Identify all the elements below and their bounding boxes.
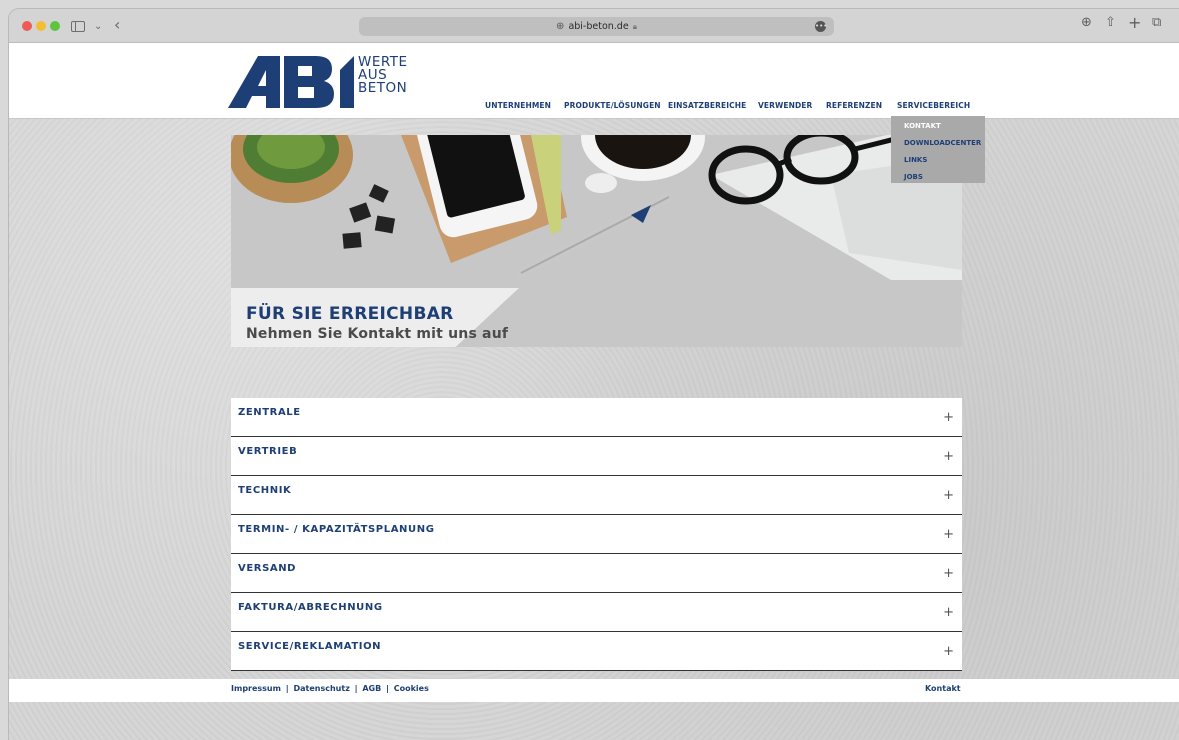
- nav-item-verwender[interactable]: VERWENDER: [758, 101, 812, 110]
- accordion-label: SERVICE/REKLAMATION: [238, 641, 382, 652]
- logo-line-3: BETON: [358, 80, 408, 96]
- accordion-label: FAKTURA/ABRECHNUNG: [238, 602, 383, 613]
- plus-icon[interactable]: +: [943, 606, 954, 619]
- hero-title: FÜR SIE ERREICHBAR: [246, 304, 454, 324]
- accordion-label: VERSAND: [238, 563, 297, 574]
- footer-link-kontakt[interactable]: Kontakt: [925, 684, 961, 693]
- menu-icon[interactable]: •••: [815, 21, 827, 32]
- footer-separator: |: [386, 684, 389, 693]
- dropdown-item-kontakt[interactable]: KONTAKT: [891, 121, 985, 138]
- nav-item-produkte[interactable]: PRODUKTE/LÖSUNGEN: [564, 101, 661, 110]
- hero-subtitle: Nehmen Sie Kontakt mit uns auf: [246, 326, 509, 342]
- url-text: abi-beton.de: [568, 21, 629, 32]
- accordion-item-service[interactable]: SERVICE/REKLAMATION +: [231, 632, 962, 671]
- contact-accordion: ZENTRALE + VERTRIEB + TECHNIK + TERMIN- …: [231, 398, 962, 671]
- servicebereich-dropdown: KONTAKT DOWNLOADCENTER LINKS JOBS: [891, 116, 985, 183]
- plus-icon[interactable]: +: [1128, 13, 1141, 32]
- browser-window: ⌄ ‹ ⊕ abi-beton.de 🔒︎ ••• ⊕ ⇧ + ⧉ WERTE …: [9, 9, 1179, 740]
- nav-item-referenzen[interactable]: REFERENZEN: [826, 101, 882, 110]
- accordion-label: VERTRIEB: [238, 446, 298, 457]
- plus-icon[interactable]: +: [943, 567, 954, 580]
- accordion-item-terminplanung[interactable]: TERMIN- / KAPAZITÄTSPLANUNG +: [231, 515, 962, 554]
- logo-tagline: WERTE AUS BETON: [358, 55, 408, 96]
- accordion-label: TECHNIK: [238, 485, 292, 496]
- nav-item-unternehmen[interactable]: UNTERNEHMEN: [485, 101, 551, 110]
- footer-link-agb[interactable]: AGB: [362, 684, 381, 693]
- hero-banner: FÜR SIE ERREICHBAR Nehmen Sie Kontakt mi…: [231, 135, 962, 347]
- plus-icon[interactable]: +: [943, 489, 954, 502]
- nav-item-servicebereich[interactable]: SERVICEBEREICH: [897, 101, 970, 110]
- site-footer: Impressum | Datenschutz | AGB | Cookies …: [9, 679, 1179, 702]
- plus-icon[interactable]: +: [943, 528, 954, 541]
- dropdown-item-links[interactable]: LINKS: [891, 155, 985, 172]
- share-icon[interactable]: ⇧: [1105, 15, 1116, 30]
- browser-toolbar: ⌄ ‹ ⊕ abi-beton.de 🔒︎ ••• ⊕ ⇧ + ⧉: [9, 9, 1179, 43]
- plus-icon[interactable]: +: [943, 411, 954, 424]
- accordion-item-zentrale[interactable]: ZENTRALE +: [231, 398, 962, 437]
- dropdown-item-downloadcenter[interactable]: DOWNLOADCENTER: [891, 138, 985, 155]
- back-arrow-icon[interactable]: ‹: [114, 15, 120, 35]
- footer-link-datenschutz[interactable]: Datenschutz: [293, 684, 349, 693]
- footer-link-cookies[interactable]: Cookies: [394, 684, 429, 693]
- lock-icon: 🔒︎: [632, 21, 637, 31]
- accordion-item-vertrieb[interactable]: VERTRIEB +: [231, 437, 962, 476]
- sidebar-icon[interactable]: [71, 21, 85, 32]
- site-header: WERTE AUS BETON UNTERNEHMEN PRODUKTE/LÖS…: [9, 43, 1179, 119]
- footer-separator: |: [354, 684, 358, 693]
- dropdown-item-jobs[interactable]: JOBS: [891, 172, 985, 189]
- accordion-label: TERMIN- / KAPAZITÄTSPLANUNG: [238, 524, 435, 535]
- footer-links: Impressum | Datenschutz | AGB | Cookies: [231, 684, 429, 693]
- accordion-label: ZENTRALE: [238, 407, 301, 418]
- plus-icon[interactable]: +: [943, 645, 954, 658]
- address-bar[interactable]: ⊕ abi-beton.de 🔒︎ •••: [359, 17, 834, 36]
- close-window-button[interactable]: [22, 21, 32, 31]
- accordion-item-technik[interactable]: TECHNIK +: [231, 476, 962, 515]
- tabs-icon[interactable]: ⧉: [1152, 15, 1161, 30]
- footer-separator: |: [285, 684, 289, 693]
- zoom-window-button[interactable]: [50, 21, 60, 31]
- footer-link-impressum[interactable]: Impressum: [231, 684, 281, 693]
- accordion-item-versand[interactable]: VERSAND +: [231, 554, 962, 593]
- page-content: WERTE AUS BETON UNTERNEHMEN PRODUKTE/LÖS…: [9, 43, 1179, 740]
- chevron-down-icon[interactable]: ⌄: [94, 17, 102, 37]
- minimize-window-button[interactable]: [36, 21, 46, 31]
- accordion-item-faktura[interactable]: FAKTURA/ABRECHNUNG +: [231, 593, 962, 632]
- globe-icon: ⊕: [556, 21, 565, 32]
- plus-icon[interactable]: +: [943, 450, 954, 463]
- nav-item-einsatzbereiche[interactable]: EINSATZBEREICHE: [668, 101, 746, 110]
- download-icon[interactable]: ⊕: [1081, 15, 1092, 30]
